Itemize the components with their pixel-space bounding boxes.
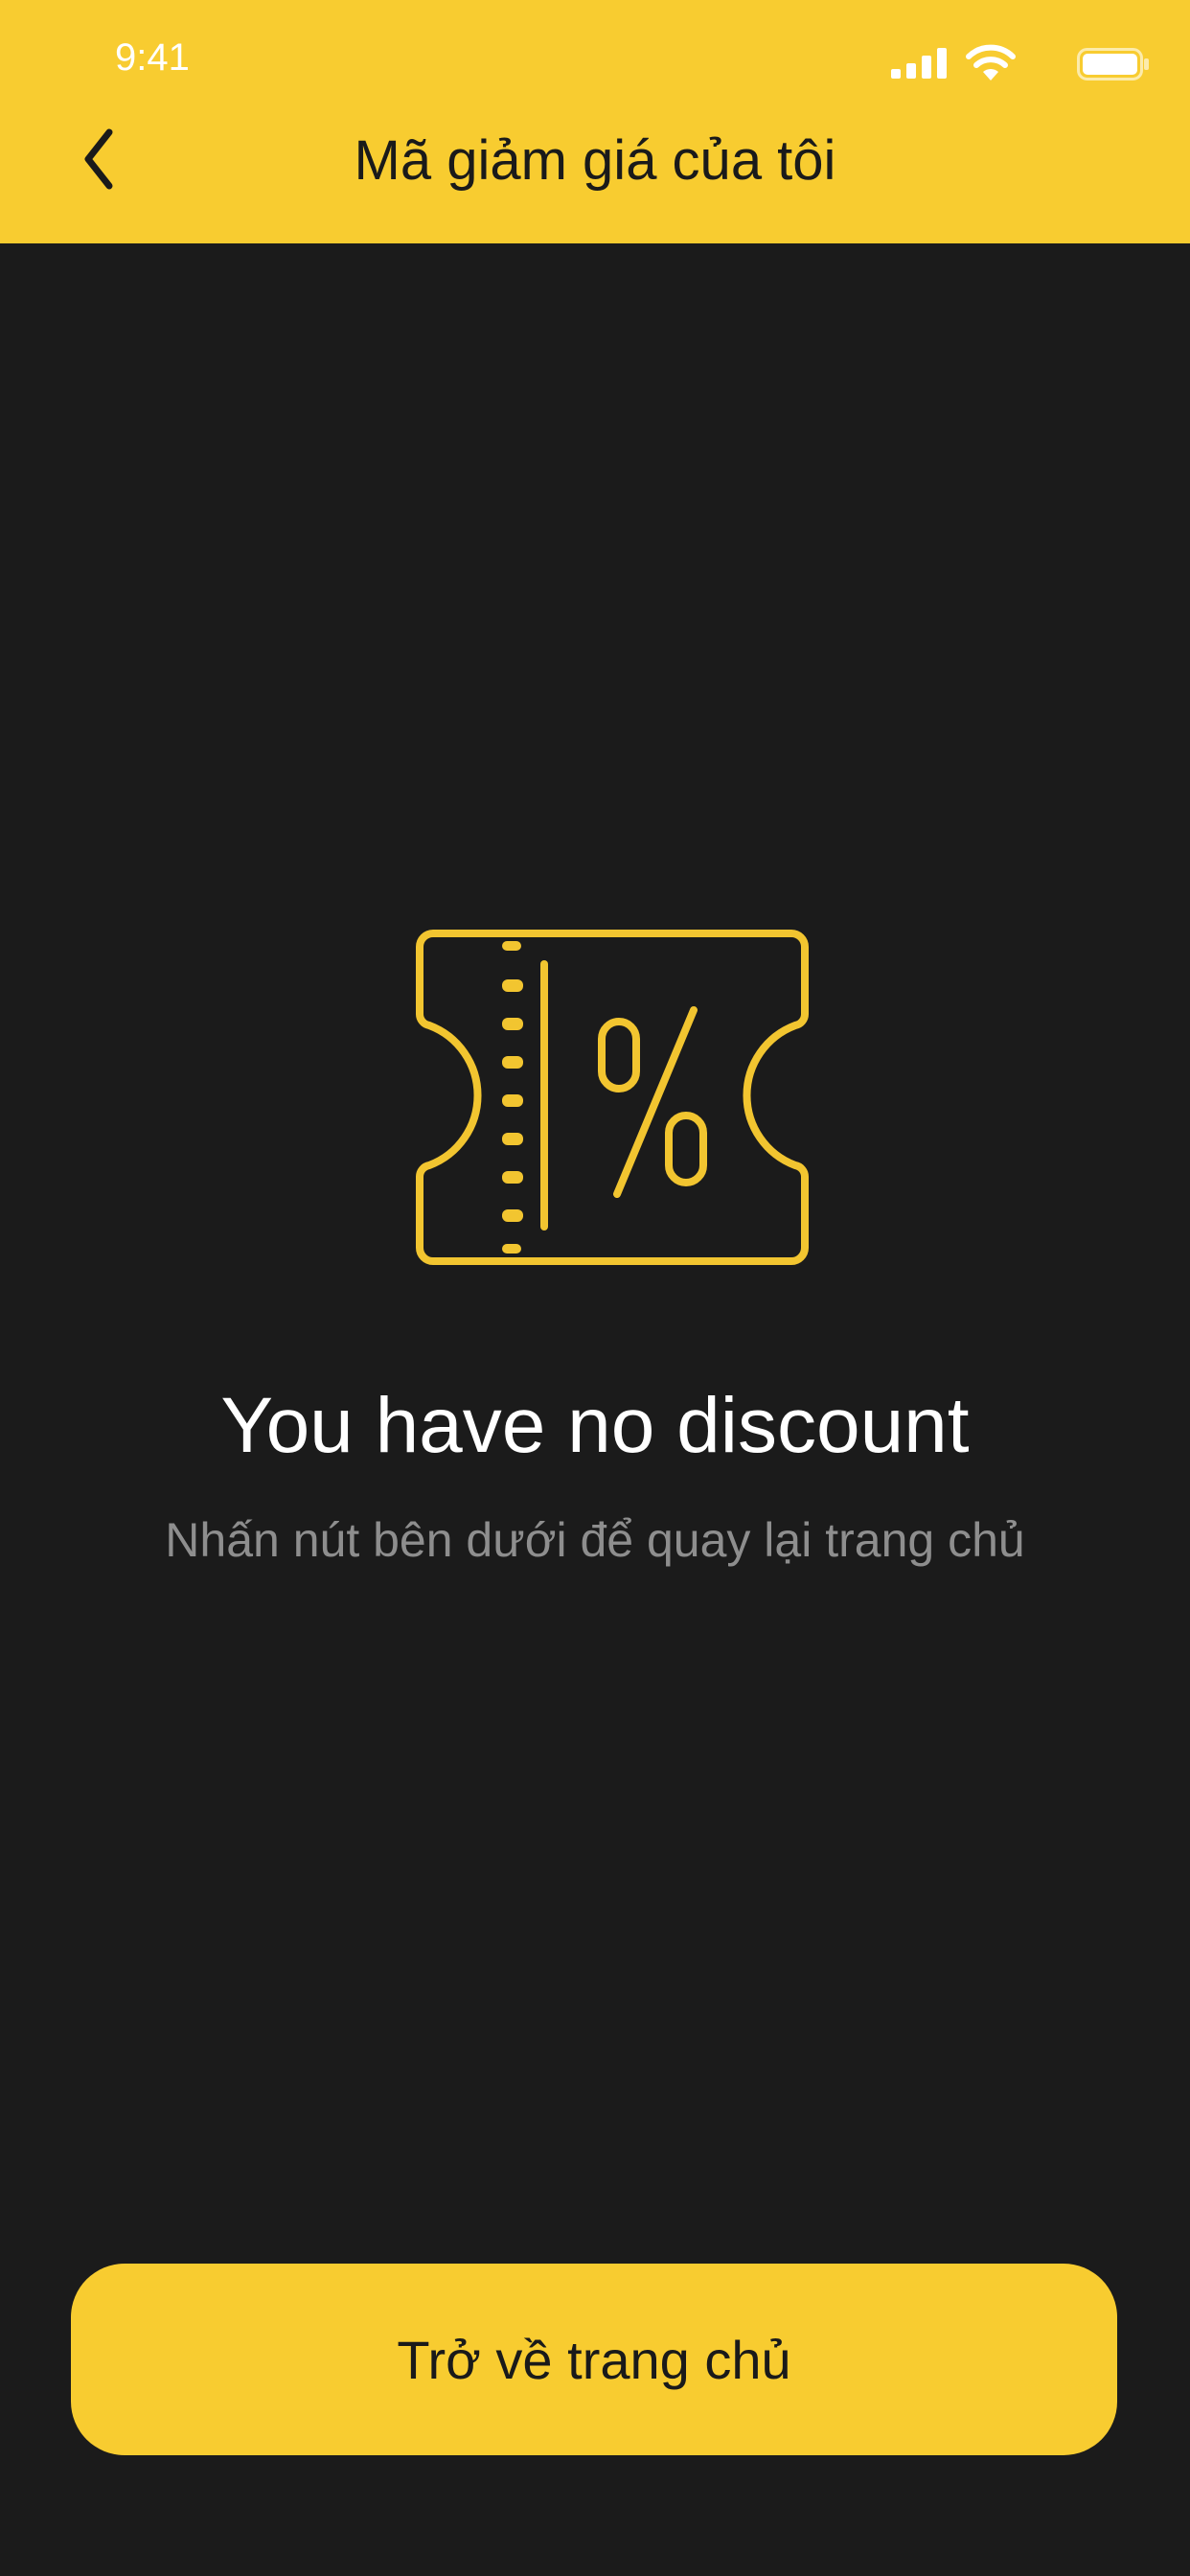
empty-state-subtitle: Nhấn nút bên dưới để quay lại trang chủ bbox=[165, 1513, 1025, 1567]
wifi-icon bbox=[966, 44, 1016, 80]
empty-state-title: You have no discount bbox=[220, 1382, 970, 1469]
battery-icon bbox=[1077, 48, 1149, 80]
signal-icon bbox=[891, 48, 947, 79]
app-header: 9:41 Mã giảm giá của tôi bbox=[0, 0, 1190, 243]
status-time: 9:41 bbox=[115, 36, 190, 79]
back-to-home-button[interactable]: Trở về trang chủ bbox=[71, 2264, 1117, 2455]
page-title: Mã giảm giá của tôi bbox=[354, 129, 836, 192]
home-button-label: Trở về trang chủ bbox=[397, 2329, 791, 2390]
coupon-percent-icon bbox=[416, 930, 809, 1265]
